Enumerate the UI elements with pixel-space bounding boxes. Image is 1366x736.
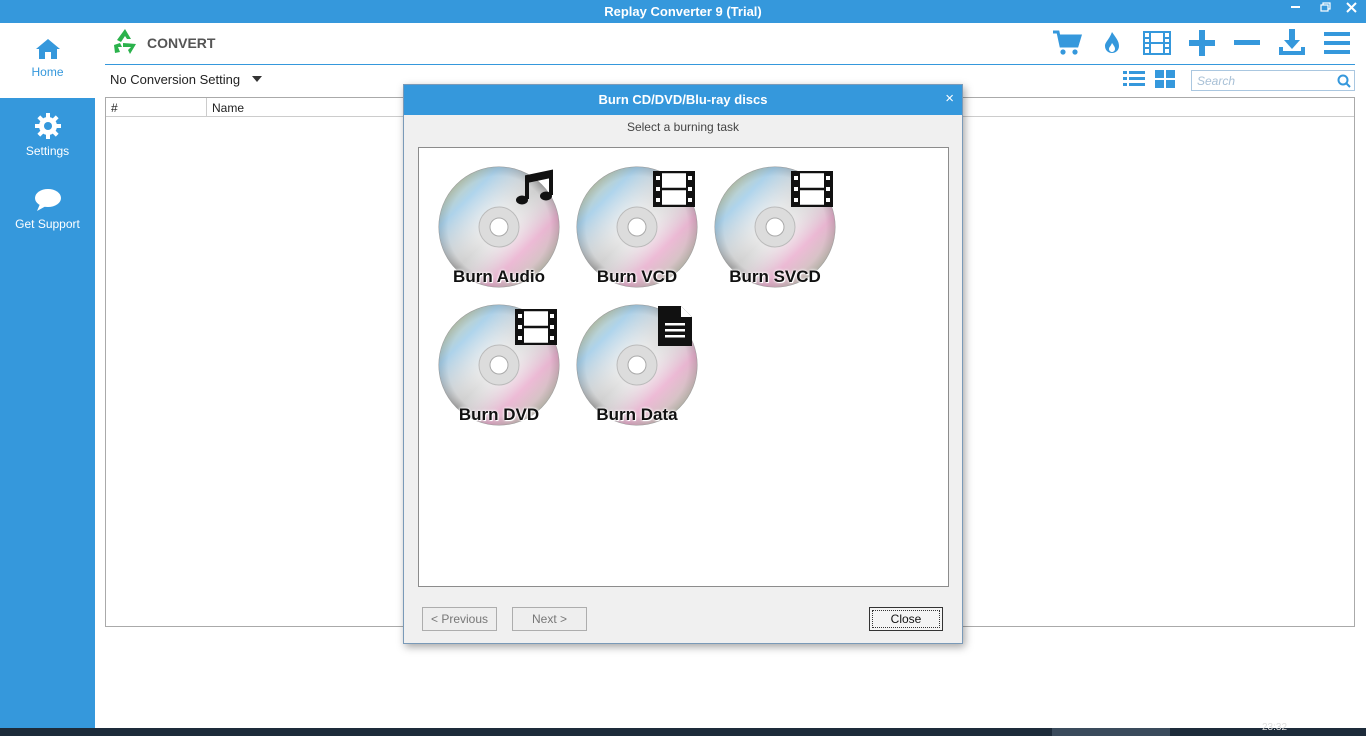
sidebar-item-label: Get Support — [15, 217, 80, 231]
sidebar: Home Settings Get Support — [0, 23, 95, 728]
next-button[interactable]: Next > — [512, 607, 587, 631]
taskbar-app-button[interactable] — [1052, 728, 1170, 736]
close-window-button[interactable] — [1338, 0, 1366, 23]
sidebar-item-settings[interactable]: Settings — [0, 98, 95, 173]
sidebar-item-support[interactable]: Get Support — [0, 173, 95, 248]
column-header-number[interactable]: # — [111, 101, 118, 115]
top-bar: CONVERT — [95, 23, 1366, 65]
dialog-subtitle: Select a burning task — [626, 120, 740, 134]
film-icon[interactable] — [1141, 27, 1173, 59]
task-label: Burn Audio — [453, 267, 545, 286]
column-divider[interactable] — [206, 98, 207, 117]
film-icon — [515, 309, 557, 345]
dialog-title: Burn CD/DVD/Blu-ray discs — [404, 85, 962, 115]
download-icon[interactable] — [1276, 27, 1308, 59]
plus-icon[interactable] — [1186, 27, 1218, 59]
conversion-setting-dropdown[interactable]: No Conversion Setting — [110, 72, 240, 87]
flame-icon[interactable] — [1096, 27, 1128, 59]
sidebar-item-home[interactable]: Home — [0, 23, 95, 98]
window-title: Replay Converter 9 (Trial) — [604, 4, 762, 19]
title-bar: Replay Converter 9 (Trial) — [0, 0, 1366, 23]
menu-icon[interactable] — [1321, 27, 1353, 59]
column-header-name[interactable]: Name — [212, 101, 244, 115]
sidebar-item-label: Home — [31, 65, 64, 79]
taskbar: 23:32 — [0, 722, 1366, 736]
burn-svcd-task[interactable]: Burn SVCD — [713, 165, 837, 289]
previous-button[interactable]: < Previous — [422, 607, 497, 631]
search-box — [1191, 70, 1355, 91]
chat-bubble-icon — [34, 189, 61, 211]
chevron-down-icon[interactable] — [252, 76, 262, 82]
burn-vcd-task[interactable]: Burn VCD — [575, 165, 699, 289]
list-view-icon[interactable] — [1123, 70, 1145, 88]
task-panel: Burn Audio Burn VCD Burn SVCD Burn DVD B… — [418, 147, 949, 587]
close-button[interactable]: Close — [869, 607, 943, 631]
task-label: Burn DVD — [458, 405, 540, 424]
sidebar-item-label: Settings — [25, 144, 70, 158]
task-label: Burn Data — [596, 405, 678, 424]
restore-button[interactable] — [1312, 0, 1340, 23]
gear-icon — [34, 113, 61, 139]
top-divider — [105, 64, 1355, 65]
search-input[interactable] — [1195, 72, 1330, 89]
search-icon[interactable] — [1337, 74, 1351, 88]
minimize-button[interactable] — [1282, 0, 1310, 23]
film-icon — [653, 171, 695, 207]
film-icon — [791, 171, 833, 207]
task-label: Burn SVCD — [729, 267, 821, 286]
burn-dvd-task[interactable]: Burn DVD — [437, 303, 561, 427]
cart-icon[interactable] — [1051, 27, 1083, 59]
burn-dialog: Burn CD/DVD/Blu-ray discs × Select a bur… — [403, 84, 963, 644]
burn-data-task[interactable]: Burn Data — [575, 303, 699, 427]
taskbar-clock: 23:32 — [1262, 722, 1288, 733]
music-note-icon — [516, 169, 553, 205]
dialog-close-icon[interactable]: × — [945, 85, 954, 113]
document-icon — [658, 306, 692, 346]
grid-view-icon[interactable] — [1155, 70, 1177, 88]
home-icon — [35, 39, 60, 59]
minus-icon[interactable] — [1231, 27, 1263, 59]
section-label: CONVERT — [147, 35, 216, 51]
recycle-icon — [110, 27, 140, 62]
close-button-label: Close — [872, 610, 940, 628]
task-label: Burn VCD — [596, 267, 678, 286]
burn-audio-task[interactable]: Burn Audio — [437, 165, 561, 289]
